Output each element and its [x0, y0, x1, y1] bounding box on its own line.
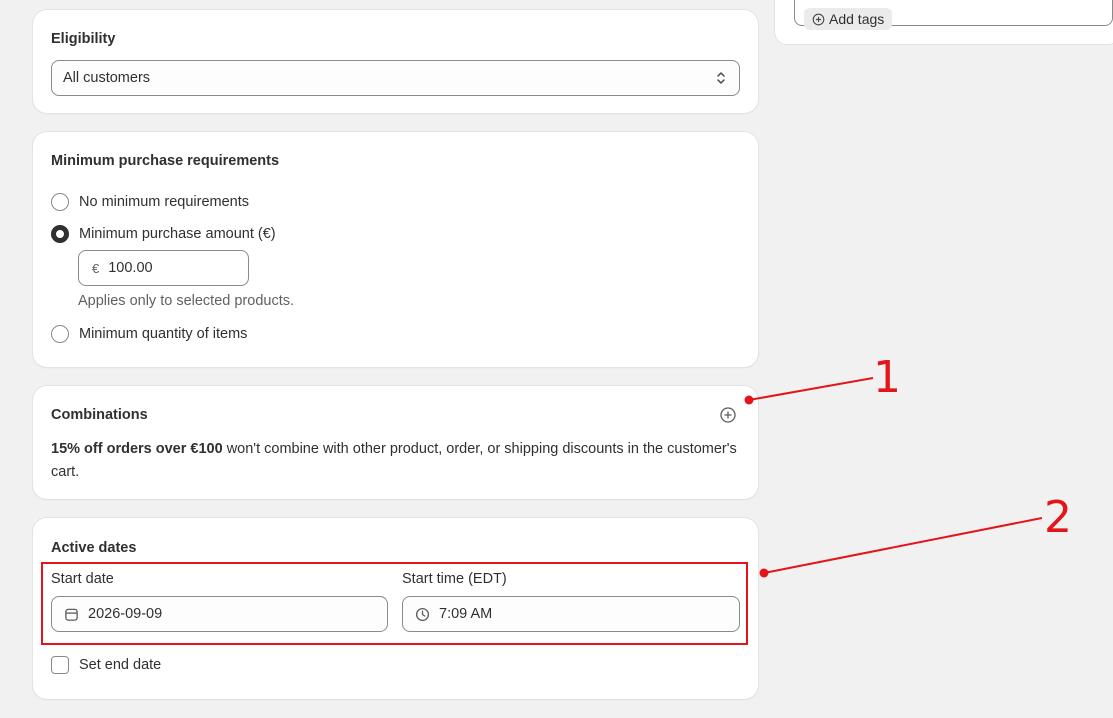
annotation-line-1: [748, 377, 874, 401]
tags-card: Add tags: [775, 0, 1113, 44]
radio-button[interactable]: [51, 325, 69, 343]
annotation-dot-2: [759, 568, 769, 578]
eligibility-card: Eligibility All customers: [33, 10, 758, 113]
min-purchase-card: Minimum purchase requirements No minimum…: [33, 132, 758, 367]
min-purchase-title: Minimum purchase requirements: [51, 153, 280, 169]
radio-min-amount[interactable]: Minimum purchase amount (€): [51, 225, 276, 243]
set-end-date-label: Set end date: [79, 657, 162, 673]
add-tags-button[interactable]: Add tags: [804, 8, 893, 30]
radio-min-quantity[interactable]: Minimum quantity of items: [51, 325, 247, 343]
discount-name: 15% off orders over €100: [51, 441, 223, 457]
active-dates-title: Active dates: [51, 540, 137, 556]
annotation-line-2: [763, 517, 1043, 574]
annotation-number-1: 1: [873, 352, 901, 403]
radio-label: Minimum purchase amount (€): [79, 226, 276, 242]
combinations-card: Combinations 15% off orders over €100 wo…: [33, 386, 758, 499]
radio-label: No minimum requirements: [79, 194, 250, 210]
radio-button[interactable]: [51, 193, 69, 211]
radio-label: Minimum quantity of items: [79, 326, 248, 342]
eligibility-title: Eligibility: [51, 31, 116, 47]
min-amount-help-text: Applies only to selected products.: [78, 293, 295, 309]
currency-symbol: €: [92, 260, 100, 276]
eligibility-selected-value: All customers: [63, 70, 151, 86]
set-end-date-checkbox[interactable]: [51, 656, 69, 674]
add-circle-icon: [812, 13, 825, 25]
add-tags-label: Add tags: [829, 11, 885, 27]
radio-button-selected[interactable]: [51, 225, 69, 243]
annotation-highlight-box: [41, 562, 748, 645]
combinations-title: Combinations: [51, 407, 148, 423]
set-end-date-checkbox-row[interactable]: Set end date: [51, 656, 161, 674]
min-amount-input[interactable]: € 100.00: [78, 250, 249, 286]
add-circle-icon[interactable]: [720, 407, 736, 423]
select-chevron-icon: [717, 72, 725, 84]
min-amount-value: 100.00: [108, 260, 153, 276]
eligibility-select[interactable]: All customers: [51, 60, 740, 96]
tags-input[interactable]: Add tags: [794, 0, 1113, 30]
annotation-number-2: 2: [1044, 492, 1072, 543]
radio-no-minimum[interactable]: No minimum requirements: [51, 193, 249, 211]
combinations-description: 15% off orders over €100 won't combine w…: [51, 438, 741, 484]
